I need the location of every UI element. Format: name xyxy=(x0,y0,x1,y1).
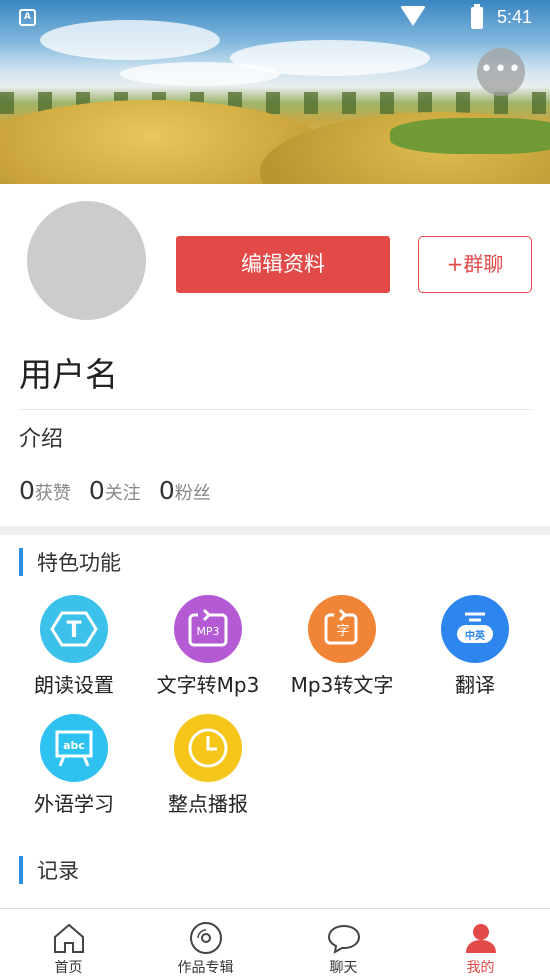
disc-icon xyxy=(189,921,223,955)
nav-item-chat[interactable]: 聊天 xyxy=(275,909,412,979)
feature-mp3-to-text[interactable]: 字 Mp3转文字 xyxy=(275,595,409,698)
section-title: 特色功能 xyxy=(37,551,121,575)
section-title: 记录 xyxy=(37,859,79,883)
feature-label: 文字转Mp3 xyxy=(156,673,260,697)
stat-label: 粉丝 xyxy=(174,483,211,504)
text-hexagon-icon: T xyxy=(40,595,108,663)
section-accent-bar xyxy=(19,856,23,884)
section-accent-bar xyxy=(19,548,23,576)
profile-stats: 0获赞 0关注 0粉丝 xyxy=(19,476,211,505)
records-section-header: 记录 xyxy=(19,855,79,885)
avatar[interactable] xyxy=(27,201,146,320)
nav-item-me[interactable]: 我的 xyxy=(412,909,549,979)
feature-label: 翻译 xyxy=(455,673,495,697)
stat-label: 获赞 xyxy=(34,483,71,504)
username: 用户名 xyxy=(19,355,118,394)
nav-label: 我的 xyxy=(466,960,495,976)
icon-glyph: 字 xyxy=(336,624,349,639)
bottom-navigation: 首页 作品专辑 聊天 我的 xyxy=(0,908,550,979)
icon-glyph: abc xyxy=(63,739,85,752)
more-horizontal-icon: ••• xyxy=(480,57,522,82)
feature-label: Mp3转文字 xyxy=(290,673,394,697)
blackboard-abc-icon: abc xyxy=(40,714,108,782)
features-section-header: 特色功能 xyxy=(19,547,121,577)
home-icon xyxy=(52,921,86,955)
icon-glyph: MP3 xyxy=(196,625,219,638)
user-icon xyxy=(464,921,498,955)
profile-intro: 介绍 xyxy=(19,427,64,452)
clock-icon xyxy=(174,714,242,782)
mp3-to-text-icon: 字 xyxy=(308,595,376,663)
nav-item-home[interactable]: 首页 xyxy=(0,909,137,979)
feature-text-to-mp3[interactable]: MP3 文字转Mp3 xyxy=(141,595,275,698)
nav-item-albums[interactable]: 作品专辑 xyxy=(137,909,274,979)
status-bar: A 5:41 xyxy=(0,0,550,38)
nav-label: 聊天 xyxy=(329,960,358,976)
feature-hourly-chime[interactable]: 整点播报 xyxy=(141,714,275,817)
stat-likes[interactable]: 0获赞 xyxy=(19,476,71,505)
stat-count: 0 xyxy=(88,476,105,505)
edit-profile-button[interactable]: 编辑资料 xyxy=(176,236,390,293)
feature-label: 朗读设置 xyxy=(34,673,114,697)
stat-count: 0 xyxy=(19,476,35,505)
app-notification-icon: A xyxy=(19,9,36,26)
nav-label: 首页 xyxy=(54,960,83,976)
divider xyxy=(19,409,532,410)
feature-read-settings[interactable]: T 朗读设置 xyxy=(7,595,141,698)
battery-icon xyxy=(471,4,483,29)
feature-translate[interactable]: 中英 翻译 xyxy=(408,595,542,698)
group-chat-button[interactable]: +群聊 xyxy=(418,236,532,293)
feature-label: 整点播报 xyxy=(168,792,248,816)
chat-bubble-icon xyxy=(327,921,361,955)
status-time: 5:41 xyxy=(497,7,533,27)
more-options-button[interactable]: ••• xyxy=(477,48,525,96)
feature-language-learning[interactable]: abc 外语学习 xyxy=(7,714,141,817)
text-to-mp3-icon: MP3 xyxy=(174,595,242,663)
wifi-icon xyxy=(400,6,426,26)
section-separator xyxy=(0,526,550,535)
nav-label: 作品专辑 xyxy=(177,960,234,976)
icon-glyph: 中英 xyxy=(465,629,486,642)
stat-count: 0 xyxy=(158,476,175,505)
stat-following[interactable]: 0关注 xyxy=(89,476,141,505)
translate-icon: 中英 xyxy=(441,595,509,663)
feature-label: 外语学习 xyxy=(34,792,114,816)
stat-followers[interactable]: 0粉丝 xyxy=(159,476,211,505)
stat-label: 关注 xyxy=(104,483,141,504)
icon-glyph: T xyxy=(66,618,81,643)
